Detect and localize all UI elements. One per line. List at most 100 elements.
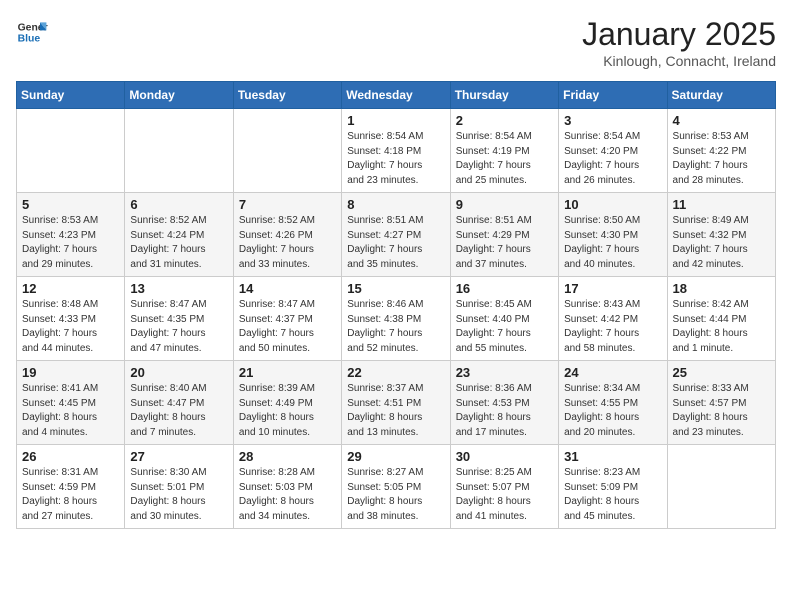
- day-cell-31: 31 Sunrise: 8:23 AM Sunset: 5:09 PM Dayli…: [559, 445, 667, 529]
- day-number: 15: [347, 281, 444, 296]
- location: Kinlough, Connacht, Ireland: [582, 53, 776, 69]
- day-info: Sunrise: 8:42 AM Sunset: 4:44 PM Dayligh…: [673, 298, 770, 356]
- day-cell-18: 18 Sunrise: 8:42 AM Sunset: 4:44 PM Dayli…: [667, 277, 775, 361]
- day-number: 14: [239, 281, 336, 296]
- day-number: 28: [239, 449, 336, 464]
- empty-cell: [233, 109, 341, 193]
- day-info: Sunrise: 8:40 AM Sunset: 4:47 PM Dayligh…: [130, 382, 227, 440]
- day-number: 26: [22, 449, 119, 464]
- day-number: 29: [347, 449, 444, 464]
- empty-cell: [125, 109, 233, 193]
- day-info: Sunrise: 8:51 AM Sunset: 4:27 PM Dayligh…: [347, 214, 444, 272]
- week-row-5: 26 Sunrise: 8:31 AM Sunset: 4:59 PM Dayli…: [17, 445, 776, 529]
- day-number: 23: [456, 365, 553, 380]
- day-info: Sunrise: 8:43 AM Sunset: 4:42 PM Dayligh…: [564, 298, 661, 356]
- page-header: General Blue January 2025 Kinlough, Conn…: [16, 16, 776, 69]
- calendar-table: SundayMondayTuesdayWednesdayThursdayFrid…: [16, 81, 776, 529]
- day-cell-6: 6 Sunrise: 8:52 AM Sunset: 4:24 PM Daylig…: [125, 193, 233, 277]
- day-cell-22: 22 Sunrise: 8:37 AM Sunset: 4:51 PM Dayli…: [342, 361, 450, 445]
- title-block: January 2025 Kinlough, Connacht, Ireland: [582, 16, 776, 69]
- weekday-header-sunday: Sunday: [17, 82, 125, 109]
- day-number: 22: [347, 365, 444, 380]
- day-info: Sunrise: 8:49 AM Sunset: 4:32 PM Dayligh…: [673, 214, 770, 272]
- weekday-header-thursday: Thursday: [450, 82, 558, 109]
- day-info: Sunrise: 8:39 AM Sunset: 4:49 PM Dayligh…: [239, 382, 336, 440]
- day-number: 4: [673, 113, 770, 128]
- weekday-header-monday: Monday: [125, 82, 233, 109]
- day-info: Sunrise: 8:37 AM Sunset: 4:51 PM Dayligh…: [347, 382, 444, 440]
- day-number: 16: [456, 281, 553, 296]
- day-number: 5: [22, 197, 119, 212]
- week-row-2: 5Sunrise: 8:53 AM Sunset: 4:23 PM Daylig…: [17, 193, 776, 277]
- day-info: Sunrise: 8:45 AM Sunset: 4:40 PM Dayligh…: [456, 298, 553, 356]
- day-number: 2: [456, 113, 553, 128]
- day-info: Sunrise: 8:34 AM Sunset: 4:55 PM Dayligh…: [564, 382, 661, 440]
- day-number: 7: [239, 197, 336, 212]
- day-cell-17: 17 Sunrise: 8:43 AM Sunset: 4:42 PM Dayli…: [559, 277, 667, 361]
- week-row-1: 1 Sunrise: 8:54 AM Sunset: 4:18 PM Daylig…: [17, 109, 776, 193]
- weekday-header-tuesday: Tuesday: [233, 82, 341, 109]
- day-cell-9: 9 Sunrise: 8:51 AM Sunset: 4:29 PM Daylig…: [450, 193, 558, 277]
- day-info: Sunrise: 8:52 AM Sunset: 4:26 PM Dayligh…: [239, 214, 336, 272]
- day-number: 6: [130, 197, 227, 212]
- day-cell-25: 25Sunrise: 8:33 AM Sunset: 4:57 PM Dayli…: [667, 361, 775, 445]
- day-cell-27: 27Sunrise: 8:30 AM Sunset: 5:01 PM Dayli…: [125, 445, 233, 529]
- day-number: 3: [564, 113, 661, 128]
- day-number: 30: [456, 449, 553, 464]
- day-number: 31: [564, 449, 661, 464]
- day-number: 20: [130, 365, 227, 380]
- day-number: 17: [564, 281, 661, 296]
- day-info: Sunrise: 8:52 AM Sunset: 4:24 PM Dayligh…: [130, 214, 227, 272]
- day-number: 27: [130, 449, 227, 464]
- day-info: Sunrise: 8:23 AM Sunset: 5:09 PM Dayligh…: [564, 466, 661, 524]
- weekday-header-row: SundayMondayTuesdayWednesdayThursdayFrid…: [17, 82, 776, 109]
- day-info: Sunrise: 8:54 AM Sunset: 4:19 PM Dayligh…: [456, 130, 553, 188]
- day-cell-24: 24Sunrise: 8:34 AM Sunset: 4:55 PM Dayli…: [559, 361, 667, 445]
- day-info: Sunrise: 8:47 AM Sunset: 4:37 PM Dayligh…: [239, 298, 336, 356]
- day-info: Sunrise: 8:41 AM Sunset: 4:45 PM Dayligh…: [22, 382, 119, 440]
- day-info: Sunrise: 8:54 AM Sunset: 4:18 PM Dayligh…: [347, 130, 444, 188]
- day-number: 10: [564, 197, 661, 212]
- logo-icon: General Blue: [16, 16, 48, 48]
- day-cell-8: 8 Sunrise: 8:51 AM Sunset: 4:27 PM Daylig…: [342, 193, 450, 277]
- day-cell-10: 10 Sunrise: 8:50 AM Sunset: 4:30 PM Dayli…: [559, 193, 667, 277]
- day-cell-14: 14 Sunrise: 8:47 AM Sunset: 4:37 PM Dayli…: [233, 277, 341, 361]
- day-number: 18: [673, 281, 770, 296]
- weekday-header-wednesday: Wednesday: [342, 82, 450, 109]
- day-cell-13: 13Sunrise: 8:47 AM Sunset: 4:35 PM Dayli…: [125, 277, 233, 361]
- day-cell-12: 12 Sunrise: 8:48 AM Sunset: 4:33 PM Dayli…: [17, 277, 125, 361]
- day-cell-3: 3 Sunrise: 8:54 AM Sunset: 4:20 PM Daylig…: [559, 109, 667, 193]
- day-cell-29: 29Sunrise: 8:27 AM Sunset: 5:05 PM Dayli…: [342, 445, 450, 529]
- day-cell-4: 4 Sunrise: 8:53 AM Sunset: 4:22 PM Daylig…: [667, 109, 775, 193]
- day-info: Sunrise: 8:54 AM Sunset: 4:20 PM Dayligh…: [564, 130, 661, 188]
- day-cell-15: 15 Sunrise: 8:46 AM Sunset: 4:38 PM Dayli…: [342, 277, 450, 361]
- day-info: Sunrise: 8:28 AM Sunset: 5:03 PM Dayligh…: [239, 466, 336, 524]
- day-info: Sunrise: 8:53 AM Sunset: 4:22 PM Dayligh…: [673, 130, 770, 188]
- day-cell-28: 28 Sunrise: 8:28 AM Sunset: 5:03 PM Dayli…: [233, 445, 341, 529]
- day-cell-11: 11 Sunrise: 8:49 AM Sunset: 4:32 PM Dayli…: [667, 193, 775, 277]
- day-number: 12: [22, 281, 119, 296]
- day-cell-30: 30Sunrise: 8:25 AM Sunset: 5:07 PM Dayli…: [450, 445, 558, 529]
- day-info: Sunrise: 8:50 AM Sunset: 4:30 PM Dayligh…: [564, 214, 661, 272]
- empty-cell: [17, 109, 125, 193]
- day-number: 19: [22, 365, 119, 380]
- day-info: Sunrise: 8:31 AM Sunset: 4:59 PM Dayligh…: [22, 466, 119, 524]
- day-info: Sunrise: 8:46 AM Sunset: 4:38 PM Dayligh…: [347, 298, 444, 356]
- day-number: 8: [347, 197, 444, 212]
- day-info: Sunrise: 8:36 AM Sunset: 4:53 PM Dayligh…: [456, 382, 553, 440]
- day-cell-19: 19 Sunrise: 8:41 AM Sunset: 4:45 PM Dayli…: [17, 361, 125, 445]
- day-number: 21: [239, 365, 336, 380]
- day-number: 11: [673, 197, 770, 212]
- day-number: 1: [347, 113, 444, 128]
- logo: General Blue: [16, 16, 48, 48]
- day-cell-5: 5Sunrise: 8:53 AM Sunset: 4:23 PM Daylig…: [17, 193, 125, 277]
- weekday-header-friday: Friday: [559, 82, 667, 109]
- day-cell-20: 20 Sunrise: 8:40 AM Sunset: 4:47 PM Dayli…: [125, 361, 233, 445]
- day-cell-23: 23 Sunrise: 8:36 AM Sunset: 4:53 PM Dayli…: [450, 361, 558, 445]
- day-info: Sunrise: 8:47 AM Sunset: 4:35 PM Dayligh…: [130, 298, 227, 356]
- day-cell-1: 1 Sunrise: 8:54 AM Sunset: 4:18 PM Daylig…: [342, 109, 450, 193]
- week-row-3: 12 Sunrise: 8:48 AM Sunset: 4:33 PM Dayli…: [17, 277, 776, 361]
- day-number: 9: [456, 197, 553, 212]
- day-info: Sunrise: 8:51 AM Sunset: 4:29 PM Dayligh…: [456, 214, 553, 272]
- day-info: Sunrise: 8:48 AM Sunset: 4:33 PM Dayligh…: [22, 298, 119, 356]
